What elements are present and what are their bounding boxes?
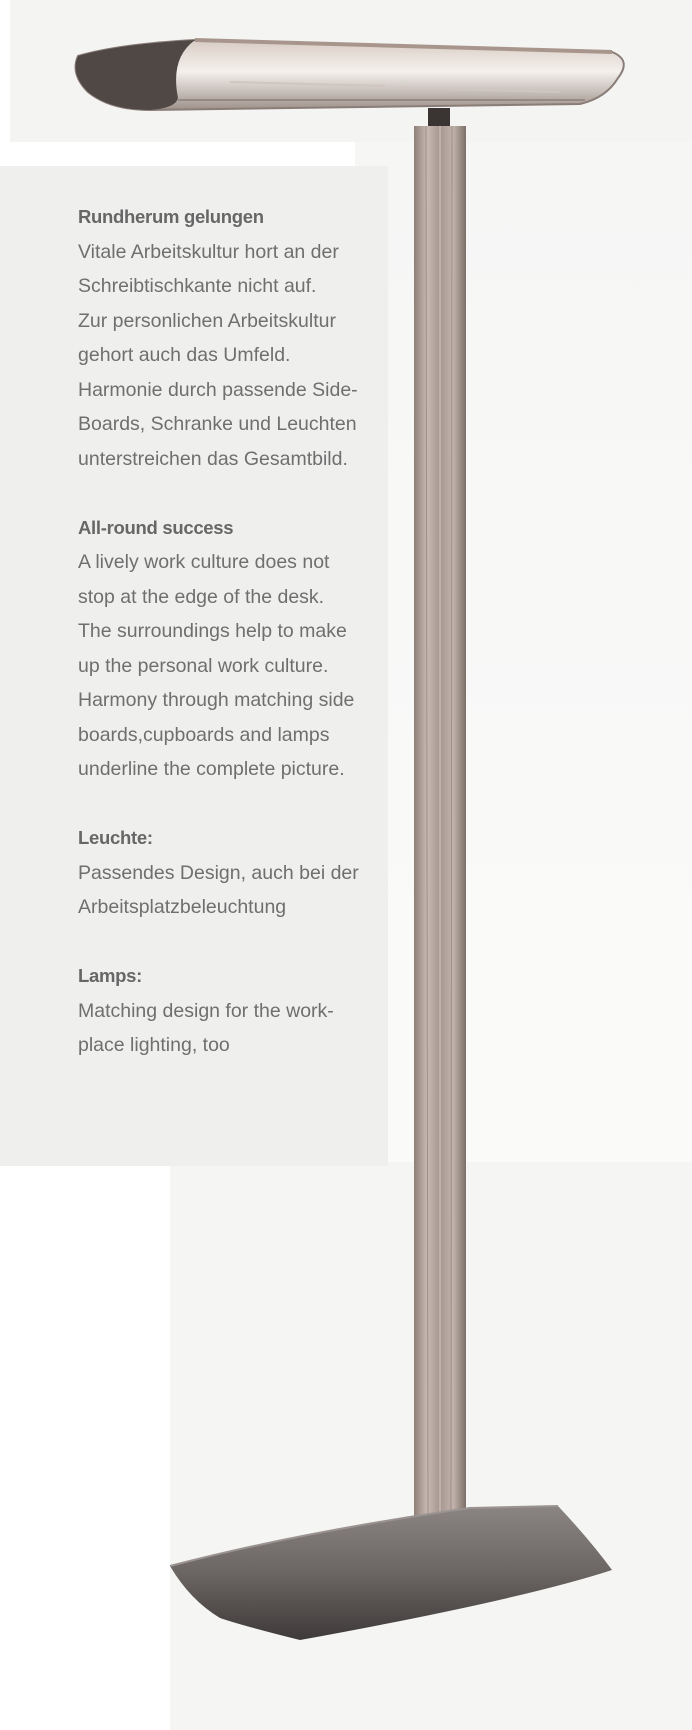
text-line: A lively work culture does not (78, 551, 330, 573)
text-line: Boards, Schranke und Leuchten (78, 413, 357, 435)
section-leuchte: Leuchte: Passendes Design, auch bei der … (78, 821, 398, 925)
text-line: place lighting, too (78, 1034, 230, 1056)
lamp-connector (428, 108, 450, 128)
section-heading: Lamps: (78, 965, 142, 986)
text-line: Vitale Arbeitskultur hort an der (78, 240, 339, 263)
section-all-round: All-round success A lively work culture … (78, 511, 398, 787)
text-line: Matching design for the work- (78, 999, 334, 1022)
text-line: Schreibtischkante nicht auf. (78, 275, 317, 297)
text-line: up the personal work culture. (78, 654, 329, 677)
text-line: underline the complete picture. (78, 758, 345, 780)
text-line: Passendes Design, auch bei der (78, 861, 359, 884)
text-line: Zur personlichen Arbeitskultur (78, 309, 336, 332)
lamp-pole (414, 125, 466, 1547)
text-line: unterstreichen das Gesamtbild. (78, 447, 348, 470)
lamp-head (74, 38, 625, 112)
text-line: The surroundings help to make (78, 620, 347, 642)
section-heading: Leuchte: (78, 827, 153, 848)
lamp-base (169, 1505, 612, 1640)
text-line: Harmony through matching side (78, 689, 355, 711)
section-heading: All-round success (78, 516, 234, 538)
section-heading: Rundherum gelungen (78, 206, 264, 227)
text-line: stop at the edge of the desk. (78, 585, 325, 608)
text-line: gehort auch das Umfeld. (78, 344, 291, 366)
section-rundherum: Rundherum gelungen Vitale Arbeitskultur … (78, 200, 398, 476)
section-lamps: Lamps: Matching design for the work- pla… (78, 959, 398, 1063)
text-line: Arbeitsplatzbeleuchtung (78, 896, 287, 918)
description-text: Rundherum gelungen Vitale Arbeitskultur … (78, 200, 398, 1097)
text-line: boards,cupboards and lamps (78, 723, 330, 746)
text-line: Harmonie durch passende Side- (78, 378, 358, 401)
